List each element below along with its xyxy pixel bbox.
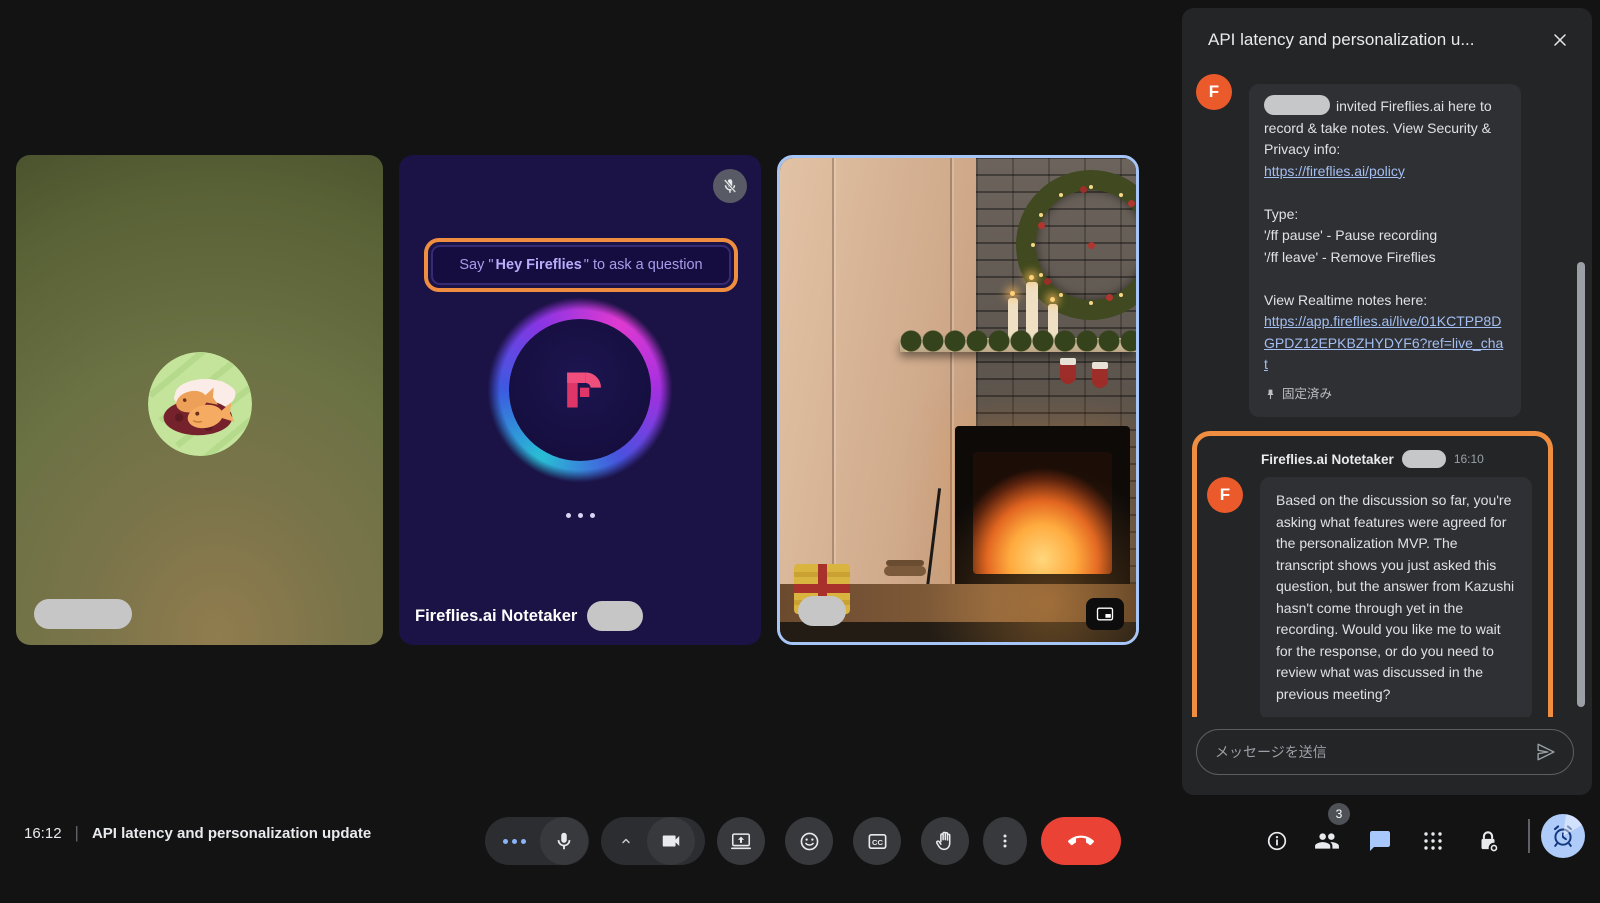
- chat-icon: [1368, 829, 1392, 853]
- message-time: 16:10: [1454, 452, 1484, 466]
- reactions-button[interactable]: [785, 817, 833, 865]
- svg-text:CC: CC: [871, 837, 883, 846]
- emoji-smile-icon: [798, 830, 821, 853]
- captions-icon: CC: [866, 830, 889, 853]
- present-screen-icon: [730, 830, 752, 852]
- people-icon: [1314, 828, 1340, 854]
- mic-off-icon: [721, 177, 739, 195]
- annotation-box-banner: Say "Hey Fireflies" to ask a question: [424, 238, 738, 292]
- notes-label: View Realtime notes here:: [1264, 290, 1506, 312]
- fireflies-voice-orb: [485, 295, 675, 485]
- divider: [1528, 819, 1530, 853]
- command-leave: '/ff leave' - Remove Fireflies: [1264, 247, 1506, 269]
- host-controls-button[interactable]: [1471, 824, 1505, 858]
- banner-text-prefix: Say ": [459, 257, 493, 273]
- redacted-name-pill: [587, 601, 643, 631]
- taiyaki-avatar-illustration: [148, 352, 252, 456]
- redacted-name-pill: [798, 596, 846, 626]
- send-icon: [1535, 741, 1557, 763]
- chat-message: F invited Fireflies.ai here to record & …: [1196, 84, 1578, 417]
- mic-muted-indicator: [713, 169, 747, 203]
- picture-in-picture-button[interactable]: [1086, 598, 1124, 630]
- video-tile-fireflies[interactable]: Say "Hey Fireflies" to ask a question Fi…: [399, 155, 761, 645]
- camera-options-chevron[interactable]: [601, 832, 647, 850]
- type-label: Type:: [1264, 204, 1506, 226]
- chat-scrollbar[interactable]: [1577, 262, 1585, 707]
- mic-button[interactable]: [540, 817, 588, 865]
- meeting-title: API latency and personalization update: [92, 825, 371, 842]
- banner-text-suffix: " to ask a question: [584, 257, 703, 273]
- participant-avatar: [148, 352, 252, 456]
- sender-name: Fireflies.ai Notetaker: [1261, 452, 1394, 467]
- chat-messages-area[interactable]: F invited Fireflies.ai here to record & …: [1182, 72, 1592, 717]
- fireflies-avatar: F: [1207, 477, 1243, 513]
- audio-activity-dots: [485, 839, 540, 844]
- raise-hand-button[interactable]: [921, 817, 969, 865]
- chat-panel-title: API latency and personalization u...: [1208, 30, 1548, 50]
- meeting-details-button[interactable]: [1260, 824, 1294, 858]
- camera-control-group: [601, 817, 705, 865]
- clock-wedge-highlight: [1541, 814, 1585, 858]
- chat-button[interactable]: [1363, 824, 1397, 858]
- video-tile-participant[interactable]: [16, 155, 383, 645]
- fireflies-logo-icon: [552, 362, 608, 418]
- separator: |: [75, 823, 79, 843]
- redacted-name-pill: [1402, 450, 1446, 468]
- pip-icon: [1095, 604, 1115, 624]
- camera-button[interactable]: [647, 817, 695, 865]
- redacted-name-pill: [1264, 95, 1330, 115]
- fire-glow-overlay: [780, 158, 1136, 642]
- captions-button[interactable]: CC: [853, 817, 901, 865]
- meeting-control-bar: 16:12 | API latency and personalization …: [0, 795, 1600, 903]
- chat-message-input[interactable]: [1215, 744, 1533, 760]
- clock-time: 16:12: [24, 825, 62, 842]
- chevron-up-icon: [617, 832, 635, 850]
- mic-control-group: [485, 817, 589, 865]
- more-options-button[interactable]: [983, 817, 1027, 865]
- call-end-icon: [1068, 828, 1094, 854]
- fireflies-avatar: F: [1196, 74, 1232, 110]
- redacted-name-pill: [34, 599, 132, 629]
- policy-link[interactable]: https://fireflies.ai/policy: [1264, 163, 1405, 179]
- participants-count-badge: 3: [1328, 803, 1350, 825]
- fireflies-banner: Say "Hey Fireflies" to ask a question: [431, 245, 731, 285]
- activities-button[interactable]: [1416, 824, 1450, 858]
- close-panel-button[interactable]: [1548, 28, 1572, 52]
- pin-icon: [1264, 388, 1277, 401]
- video-tile-active-speaker[interactable]: [777, 155, 1139, 645]
- fireplace-scene: [780, 158, 1136, 642]
- apps-grid-icon: [1421, 829, 1445, 853]
- fireflies-tile-label: Fireflies.ai Notetaker: [415, 607, 577, 626]
- annotation-box-message: Fireflies.ai Notetaker 16:10 F Based on …: [1192, 431, 1553, 717]
- time-tools-button[interactable]: [1541, 814, 1585, 858]
- banner-text-bold: Hey Fireflies: [496, 257, 582, 273]
- chat-panel: API latency and personalization u... F i…: [1182, 8, 1592, 795]
- orb-core: [509, 319, 651, 461]
- pinned-label: 固定済み: [1282, 384, 1332, 406]
- raised-hand-icon: [934, 830, 957, 853]
- info-icon: [1265, 829, 1289, 853]
- present-screen-button[interactable]: [717, 817, 765, 865]
- mic-icon: [553, 830, 575, 852]
- message-bubble: Based on the discussion so far, you're a…: [1260, 477, 1532, 717]
- chat-input-container: [1196, 729, 1574, 775]
- participants-button[interactable]: [1310, 824, 1344, 858]
- command-pause: '/ff pause' - Pause recording: [1264, 225, 1506, 247]
- end-call-button[interactable]: [1041, 817, 1121, 865]
- realtime-notes-link[interactable]: https://app.fireflies.ai/live/01KCTPP8DG…: [1264, 313, 1503, 372]
- typing-dots: [399, 513, 761, 518]
- message-bubble: invited Fireflies.ai here to record & ta…: [1249, 84, 1521, 417]
- camera-icon: [660, 830, 682, 852]
- send-message-button[interactable]: [1533, 739, 1559, 765]
- host-controls-lock-icon: [1475, 828, 1501, 854]
- more-vert-icon: [995, 831, 1015, 851]
- close-icon: [1550, 30, 1570, 50]
- chat-message: F Based on the discussion so far, you're…: [1197, 477, 1548, 717]
